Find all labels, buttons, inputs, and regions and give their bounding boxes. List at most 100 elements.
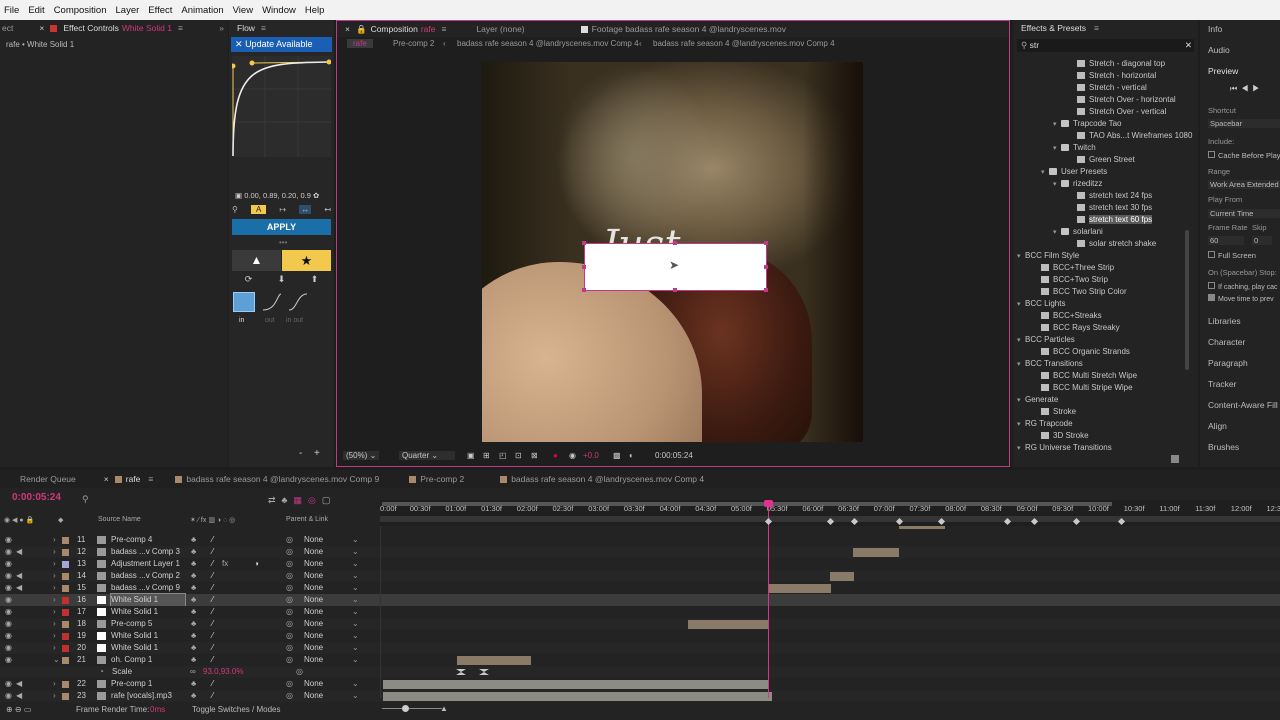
audio-icon[interactable]: ◀	[16, 546, 22, 558]
pickwhip-icon[interactable]: ◎	[296, 666, 303, 678]
playhead-handle[interactable]	[764, 500, 773, 507]
parent-pickwhip-icon[interactable]: ◎	[286, 642, 293, 654]
panel-menu-icon[interactable]: ≡	[178, 23, 183, 33]
tab-composition-name[interactable]: rafe	[421, 24, 436, 34]
quality-switch-icon[interactable]: ⁄	[212, 534, 213, 546]
expand-chevron-icon[interactable]: ▾	[1017, 443, 1025, 454]
shy-switch-icon[interactable]: ♣	[191, 570, 196, 582]
close-icon[interactable]: ×	[39, 23, 44, 33]
label-color-swatch[interactable]	[62, 657, 69, 664]
arrow-right-icon[interactable]: ↦	[279, 205, 286, 214]
breadcrumb-item[interactable]: rafe	[347, 39, 373, 48]
breadcrumb-item[interactable]: badass rafe season 4 @landryscenes.mov C…	[457, 39, 639, 48]
parent-pickwhip-icon[interactable]: ◎	[286, 618, 293, 630]
tab-layer[interactable]: Layer (none)	[476, 24, 524, 34]
audio-icon[interactable]: ◀	[16, 582, 22, 594]
layer-name[interactable]: badass ...v Comp 9	[111, 582, 180, 594]
composition-viewer[interactable]: Just ➤	[482, 62, 863, 442]
graph-editor-icon[interactable]: ▢	[322, 495, 337, 505]
effect-item[interactable]: BCC Multi Stripe Wipe	[1013, 382, 1193, 394]
cache-checkbox[interactable]: Cache Before Play	[1208, 151, 1280, 160]
brushes-panel-tab[interactable]: Brushes	[1208, 442, 1239, 452]
shy-switch-icon[interactable]: ♣	[191, 654, 196, 666]
shy-switch-icon[interactable]: ♣	[191, 582, 196, 594]
preset-folder[interactable]: ▾ rizeditzz	[1013, 178, 1193, 190]
tab-footage[interactable]: Footage badass rafe season 4 @landryscen…	[592, 24, 786, 34]
label-color-swatch[interactable]	[62, 597, 69, 604]
download-icon[interactable]: ⬇	[278, 274, 286, 286]
preset-item[interactable]: stretch text 30 fps	[1013, 202, 1193, 214]
label-color-swatch[interactable]	[62, 681, 69, 688]
layer-duration-bar[interactable]	[830, 572, 854, 581]
effect-item[interactable]: BCC Two Strip Color	[1013, 286, 1193, 298]
preset-folder[interactable]: ▾ Twitch	[1013, 142, 1193, 154]
effect-item[interactable]: BCC Rays Streaky	[1013, 322, 1193, 334]
parent-pickwhip-icon[interactable]: ◎	[286, 606, 293, 618]
layer-duration-bar[interactable]	[383, 680, 769, 689]
effect-item[interactable]: BCC+Three Strip	[1013, 262, 1193, 274]
visibility-eye-icon[interactable]: ◉	[5, 630, 12, 642]
frame-rate-dropdown[interactable]: 60	[1208, 236, 1244, 245]
frame-blend-icon[interactable]: ▦	[293, 495, 308, 505]
link-icon[interactable]: ∞	[190, 666, 196, 678]
full-screen-checkbox[interactable]: Full Screen	[1208, 251, 1256, 260]
breadcrumb-item[interactable]: Pre-comp 2	[393, 39, 434, 48]
grid-icon[interactable]: ⊞	[483, 451, 490, 460]
expand-chevron-icon[interactable]: ›	[53, 678, 56, 690]
expand-chevron-icon[interactable]: ›	[53, 558, 56, 570]
effect-category[interactable]: ▾ RG Universe Transitions	[1013, 442, 1193, 454]
effect-item[interactable]: BCC Multi Stretch Wipe	[1013, 370, 1193, 382]
quality-switch-icon[interactable]: ⁄	[212, 606, 213, 618]
layer-name[interactable]: Pre-comp 1	[111, 678, 152, 690]
parent-pickwhip-icon[interactable]: ◎	[286, 558, 293, 570]
upload-icon[interactable]: ⬆	[311, 274, 319, 286]
menu-edit[interactable]: Edit	[28, 5, 44, 16]
prev-frame-icon[interactable]: ◀	[1241, 84, 1252, 93]
new-bin-icon[interactable]	[1171, 455, 1179, 463]
effect-category[interactable]: ▾ RG Trapcode	[1013, 418, 1193, 430]
label-color-swatch[interactable]	[62, 549, 69, 556]
expand-chevron-icon[interactable]: ›	[53, 630, 56, 642]
timeline-current-time[interactable]: 0:00:05:24	[12, 492, 61, 503]
visibility-eye-icon[interactable]: ◉	[5, 606, 12, 618]
transform-handle[interactable]	[764, 288, 768, 292]
transform-handle[interactable]	[582, 265, 586, 269]
expand-chevron-icon[interactable]: ⌄	[53, 654, 60, 666]
label-color-swatch[interactable]	[62, 693, 69, 700]
close-icon[interactable]: ×	[345, 24, 350, 34]
visibility-eye-icon[interactable]: ◉	[5, 594, 12, 606]
preset-item[interactable]: Stretch - vertical	[1013, 82, 1193, 94]
preset-item[interactable]: Stretch - horizontal	[1013, 70, 1193, 82]
shy-icon[interactable]: ♣	[282, 495, 294, 505]
footer-icons[interactable]: ⊕ ⊖ ▭	[6, 705, 31, 714]
layer-name[interactable]: White Solid 1	[111, 606, 158, 618]
quality-switch-icon[interactable]: ⁄	[212, 570, 213, 582]
tab-composition[interactable]: Composition	[371, 24, 418, 34]
zoom-slider[interactable]	[382, 708, 442, 709]
expand-chevron-icon[interactable]: ›	[53, 690, 56, 702]
visibility-eye-icon[interactable]: ◉	[5, 654, 12, 666]
tab-timeline-comp4[interactable]: badass rafe season 4 @landryscenes.mov C…	[511, 474, 704, 484]
copy-icon[interactable]: ▣	[235, 191, 242, 200]
transform-handle[interactable]	[582, 241, 586, 245]
expand-chevron-icon[interactable]: ›	[53, 582, 56, 594]
tab-prev[interactable]: ect	[2, 23, 13, 33]
effect-item[interactable]: BCC+Two Strip	[1013, 274, 1193, 286]
effect-category[interactable]: ▾ Generate	[1013, 394, 1193, 406]
visibility-eye-icon[interactable]: ◉	[5, 570, 12, 582]
parent-pickwhip-icon[interactable]: ◎	[286, 534, 293, 546]
plus-button[interactable]: +	[314, 448, 320, 459]
zoom-dropdown[interactable]: (50%) ⌄	[343, 451, 380, 460]
expand-chevron-icon[interactable]: ›	[53, 642, 56, 654]
quality-switch-icon[interactable]: ⁄	[212, 690, 213, 702]
layer-name[interactable]: White Solid 1	[110, 593, 186, 607]
layer-name[interactable]: badass ...v Comp 3	[111, 546, 180, 558]
layer-duration-bar[interactable]	[768, 584, 831, 593]
quality-switch-icon[interactable]: ⁄	[212, 654, 213, 666]
panel-menu-icon[interactable]: ≡	[261, 23, 266, 33]
preset-item[interactable]: Green Street	[1013, 154, 1193, 166]
layer-name[interactable]: Pre-comp 5	[111, 618, 152, 630]
arrows-both-icon[interactable]: ↔	[299, 204, 312, 214]
visibility-eye-icon[interactable]: ◉	[5, 558, 12, 570]
shy-switch-icon[interactable]: ♣	[191, 618, 196, 630]
